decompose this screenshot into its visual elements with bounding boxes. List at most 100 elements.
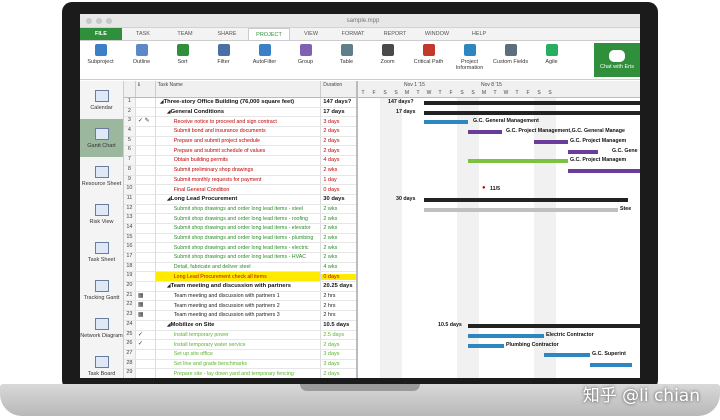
duration-cell[interactable]: 2 days — [321, 128, 356, 134]
task-name-cell[interactable]: Prepare and submit project schedule — [156, 136, 322, 146]
task-name-cell[interactable]: Install temporary water service — [156, 340, 322, 349]
task-name-cell[interactable]: Install temporary power — [156, 330, 322, 340]
table-row[interactable]: 15 Submit shop drawings and order long le… — [124, 233, 356, 244]
table-row[interactable]: 14 Submit shop drawings and order long le… — [124, 223, 356, 234]
task-name-cell[interactable]: Set up site office — [156, 349, 322, 359]
task-bar[interactable] — [468, 159, 568, 164]
task-name-cell[interactable]: Detail, fabricate and deliver steel — [156, 262, 322, 272]
duration-cell[interactable]: 2 days — [321, 138, 356, 144]
ribbon-agile-button[interactable]: Agile — [531, 44, 572, 65]
table-row[interactable]: 20 ◢ Team meeting and discussion with par… — [124, 282, 356, 292]
duration-cell[interactable]: 2 wks — [321, 254, 356, 260]
view-tracking-gantt[interactable]: Tracking Gantt — [80, 271, 123, 309]
tab-window[interactable]: WINDOW — [416, 28, 458, 40]
table-row[interactable]: 13 Submit shop drawings and order long le… — [124, 214, 356, 224]
task-name-cell[interactable]: Submit monthly requests for payment — [156, 175, 322, 185]
task-name-cell[interactable]: Team meeting and discussion with partner… — [156, 291, 322, 301]
duration-cell[interactable]: 2.5 days — [321, 332, 356, 338]
duration-cell[interactable]: 3 days — [321, 361, 356, 367]
ribbon-sort-button[interactable]: Sort — [162, 44, 203, 65]
view-network-diagram[interactable]: Network Diagram — [80, 309, 123, 347]
view-risk-view[interactable]: Risk View — [80, 195, 123, 233]
tab-report[interactable]: REPORT — [374, 28, 416, 40]
task-bar[interactable] — [468, 130, 502, 135]
ribbon-custom-fields-button[interactable]: Custom Fields — [490, 44, 531, 65]
tab-file[interactable]: FILE — [80, 28, 122, 40]
table-row[interactable]: 18 Detail, fabricate and deliver steel 4 w… — [124, 262, 356, 273]
task-name-cell[interactable]: ◢ Team meeting and discussion with partn… — [156, 282, 322, 291]
task-name-cell[interactable]: Prepare and submit schedule of values — [156, 146, 322, 156]
duration-cell[interactable]: 2 hrs — [321, 303, 356, 309]
tab-project[interactable]: PROJECT — [248, 28, 290, 40]
table-row[interactable]: 12 Submit shop drawings and order long le… — [124, 204, 356, 215]
ribbon-zoom-button[interactable]: Zoom — [367, 44, 408, 65]
table-row[interactable]: 22 ▦ Team meeting and discussion with part… — [124, 301, 356, 312]
table-row[interactable]: 7 Obtain building permits 4 days — [124, 156, 356, 166]
duration-cell[interactable]: 2 hrs — [321, 312, 356, 318]
view-resource-sheet[interactable]: Resource Sheet — [80, 157, 123, 195]
task-name-cell[interactable]: ◢ Three-story Office Building (76,000 sq… — [156, 98, 322, 107]
duration-cell[interactable]: 2 wks — [321, 216, 356, 222]
table-row[interactable]: 3 ✓ ✎ Receive notice to proceed and sign c… — [124, 117, 356, 128]
table-row[interactable]: 24 ◢ Mobilize on Site 10.5 days — [124, 320, 356, 331]
table-row[interactable]: 9 Submit monthly requests for payment 1 da… — [124, 175, 356, 186]
summary-bar[interactable] — [424, 198, 628, 202]
maximize-window-dot[interactable] — [106, 17, 112, 24]
tab-view[interactable]: VIEW — [290, 28, 332, 40]
duration-cell[interactable]: 2 days — [321, 371, 356, 377]
duration-cell[interactable]: 17 days — [321, 109, 356, 115]
ribbon-group-button[interactable]: Group — [285, 44, 326, 65]
table-row[interactable]: 29 Prepare site - lay down yard and tempo… — [124, 369, 356, 378]
table-row[interactable]: 10 Final General Condition 0 days — [124, 185, 356, 195]
task-bar[interactable] — [424, 207, 618, 212]
table-row[interactable]: 11 ◢ Long Lead Procurement 30 days — [124, 194, 356, 205]
table-row[interactable]: 5 Prepare and submit project schedule 2 da… — [124, 136, 356, 147]
task-name-cell[interactable]: Set line and grade benchmarks — [156, 359, 322, 369]
task-bar[interactable] — [544, 353, 590, 358]
duration-cell[interactable]: 147 days? — [321, 99, 356, 105]
table-row[interactable]: 27 Set up site office 3 days — [124, 349, 356, 360]
task-bar[interactable] — [534, 139, 568, 144]
duration-cell[interactable]: 2 hrs — [321, 293, 356, 299]
table-row[interactable]: 4 Submit bond and insurance documents 2 da… — [124, 127, 356, 137]
view-gantt-chart[interactable]: Gantt Chart — [80, 119, 123, 157]
table-row[interactable]: 26 ✓ Install temporary water service 2 days — [124, 340, 356, 350]
task-bar[interactable] — [590, 362, 632, 367]
task-name-cell[interactable]: Submit shop drawings and order long lead… — [156, 214, 322, 223]
duration-cell[interactable]: 0 days — [321, 273, 356, 280]
table-row[interactable]: 6 Prepare and submit schedule of values 2 … — [124, 146, 356, 157]
duration-cell[interactable]: 0 days — [321, 187, 356, 193]
task-name-cell[interactable]: Submit shop drawings and order long lead… — [156, 253, 322, 262]
task-name-cell[interactable]: Team meeting and discussion with partner… — [156, 301, 322, 311]
duration-cell[interactable]: 1 day — [321, 177, 356, 183]
task-name-cell[interactable]: ◢ Mobilize on Site — [156, 320, 322, 330]
duration-cell[interactable]: 2 wks — [321, 245, 356, 251]
ribbon-outline-button[interactable]: Outline — [121, 44, 162, 65]
duration-cell[interactable]: 4 wks — [321, 264, 356, 270]
tab-format[interactable]: FORMAT — [332, 28, 374, 40]
task-name-cell[interactable]: Long Lead Procurement check all items — [155, 272, 322, 282]
minimize-window-dot[interactable] — [96, 17, 102, 24]
tab-team[interactable]: TEAM — [164, 28, 206, 40]
ribbon-critical-path-button[interactable]: Critical Path — [408, 44, 449, 65]
task-name-cell[interactable]: Submit shop drawings and order long lead… — [156, 223, 322, 233]
table-row[interactable]: 23 ▦ Team meeting and discussion with part… — [124, 311, 356, 321]
duration-cell[interactable]: 3 days — [321, 351, 356, 357]
duration-cell[interactable]: 10.5 days — [321, 322, 356, 328]
table-row[interactable]: 25 ✓ Install temporary power 2.5 days — [124, 330, 356, 341]
view-calendar[interactable]: Calendar — [80, 81, 123, 119]
table-row[interactable]: 19 Long Lead Procurement check all items 0… — [124, 272, 356, 283]
table-row[interactable]: 17 Submit shop drawings and order long le… — [124, 253, 356, 263]
table-row[interactable]: 16 Submit shop drawings and order long le… — [124, 243, 356, 253]
summary-bar[interactable] — [424, 110, 640, 115]
duration-cell[interactable]: 2 days — [321, 342, 356, 348]
duration-cell[interactable]: 2 wks — [321, 167, 356, 173]
tab-help[interactable]: HELP — [458, 28, 500, 40]
table-row[interactable]: 2 ◢ General Conditions 17 days — [124, 107, 356, 118]
task-name-cell[interactable]: Submit preliminary shop drawings — [156, 165, 322, 175]
task-name-cell[interactable]: Receive notice to proceed and sign contr… — [156, 117, 322, 127]
task-name-cell[interactable]: Team meeting and discussion with partner… — [156, 311, 322, 320]
summary-bar[interactable] — [468, 324, 640, 329]
summary-bar[interactable] — [424, 101, 640, 105]
task-name-cell[interactable]: Prepare site - lay down yard and tempora… — [156, 369, 322, 378]
